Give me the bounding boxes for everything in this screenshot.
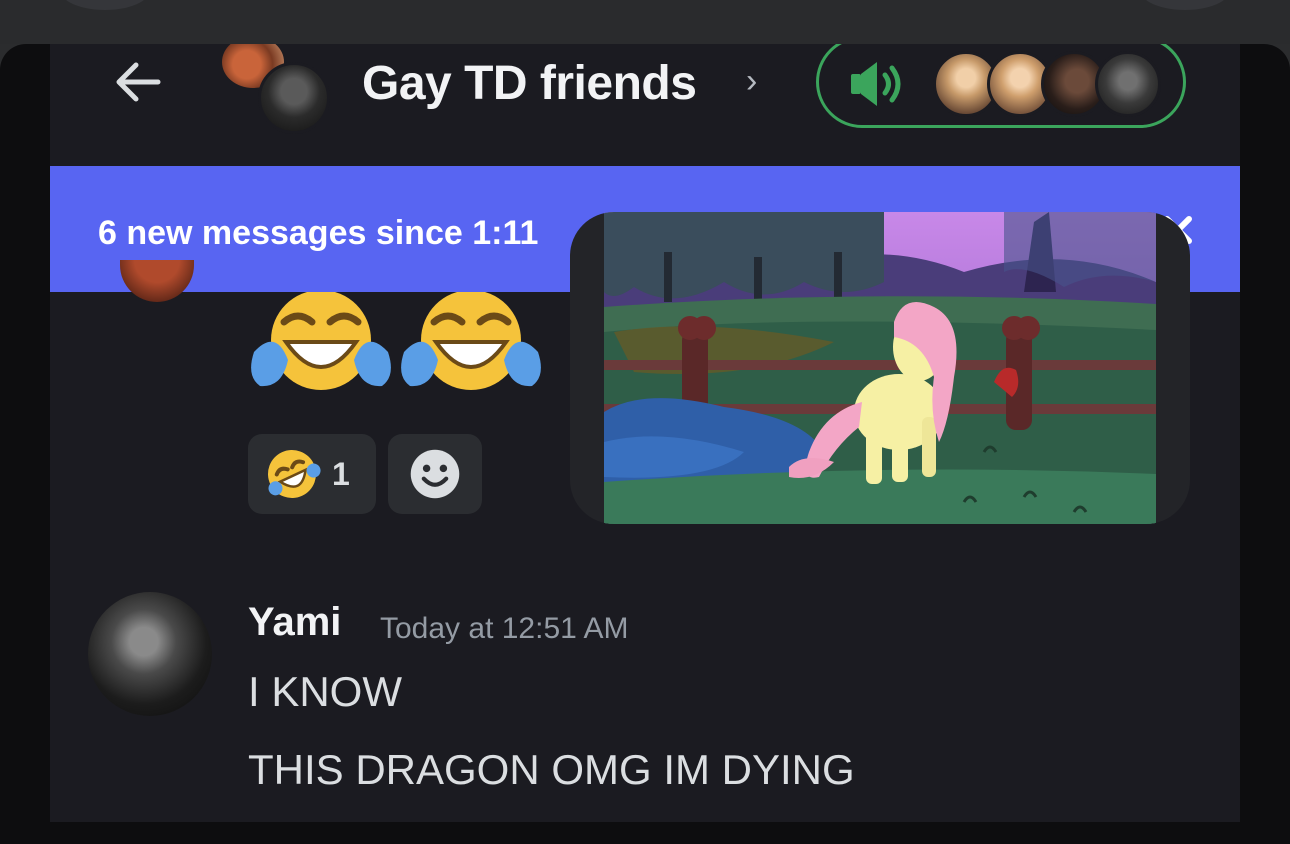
speaker-icon xyxy=(851,62,901,106)
voice-participant-avatar xyxy=(1095,51,1161,117)
previous-author-avatar[interactable] xyxy=(120,260,194,302)
banner-text: 6 new messages since 1:11 xyxy=(98,214,539,252)
chevron-right-icon[interactable]: › xyxy=(746,62,757,101)
voice-channel-pill[interactable] xyxy=(816,44,1186,128)
message-timestamp: Today at 12:51 AM xyxy=(380,612,629,645)
group-avatar[interactable] xyxy=(222,44,332,134)
channel-title[interactable]: Gay TD friends xyxy=(362,56,697,111)
rolling-on-floor-laughing-icon xyxy=(268,450,321,498)
status-bump-right xyxy=(1140,0,1230,10)
author-avatar[interactable] xyxy=(88,592,212,716)
member-avatar xyxy=(258,62,330,134)
add-reaction-button[interactable] xyxy=(388,434,482,514)
message-line: THIS DRAGON OMG IM DYING xyxy=(248,746,855,793)
laughing-crying-emoji xyxy=(246,290,396,392)
reaction-count: 1 xyxy=(332,456,350,492)
status-bump-left xyxy=(60,0,150,10)
gif-embed[interactable] xyxy=(570,212,1190,524)
laughing-crying-emoji xyxy=(396,290,546,392)
cartoon-pony-scene-image xyxy=(604,212,1156,524)
arrow-left-icon[interactable] xyxy=(108,52,168,112)
channel-header: Gay TD friends › xyxy=(50,44,1240,166)
reaction-chip[interactable]: 1 xyxy=(248,434,376,514)
chat-panel: Gay TD friends › 6 new messages since 1:… xyxy=(50,44,1240,822)
message-line: I KNOW xyxy=(248,668,402,715)
status-strip xyxy=(0,0,1290,44)
add-reaction-icon xyxy=(410,449,460,499)
author-name[interactable]: Yami xyxy=(248,600,341,645)
